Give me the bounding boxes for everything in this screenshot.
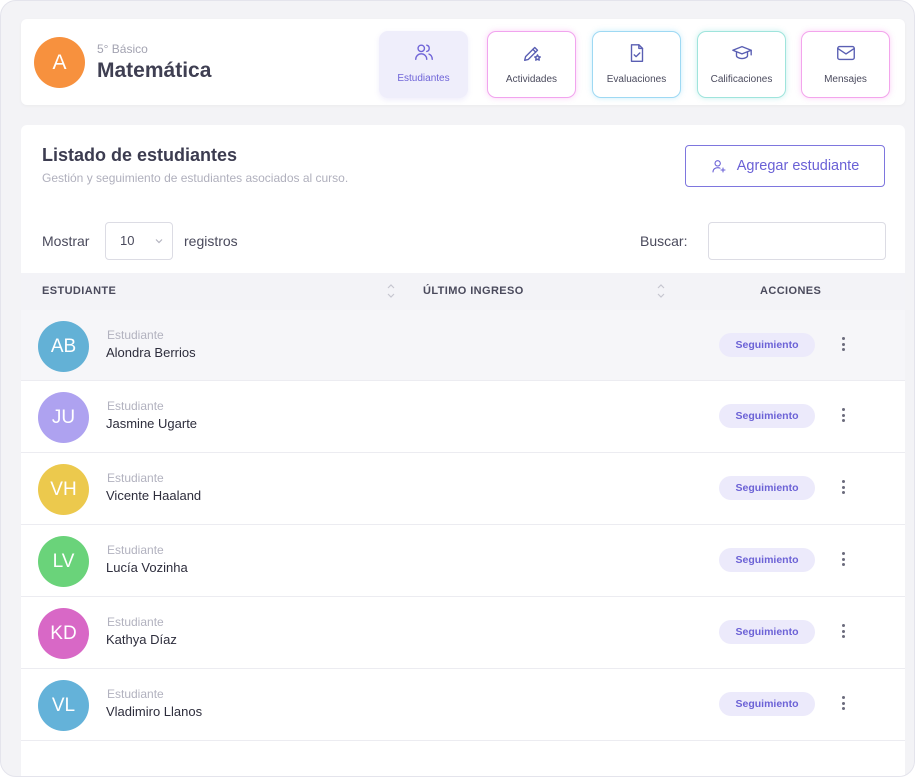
- table-row[interactable]: JU Estudiante Jasmine Ugarte Seguimiento: [21, 381, 905, 453]
- student-avatar: LV: [38, 536, 89, 587]
- section-subtitle: Gestión y seguimiento de estudiantes aso…: [42, 171, 349, 185]
- student-role: Estudiante: [107, 399, 164, 413]
- student-name: Kathya Díaz: [106, 632, 177, 647]
- tab-label: Calificaciones: [710, 74, 773, 85]
- column-header-actions: ACCIONES: [760, 285, 822, 297]
- follow-up-badge[interactable]: Seguimiento: [719, 404, 815, 428]
- tab-actividades[interactable]: Actividades: [487, 31, 576, 98]
- table-row[interactable]: VH Estudiante Vicente Haaland Seguimient…: [21, 453, 905, 525]
- more-options-icon[interactable]: [837, 405, 849, 425]
- sort-icon[interactable]: [386, 282, 396, 300]
- chevron-down-icon: [155, 239, 163, 244]
- table-row[interactable]: VL Estudiante Vladimiro Llanos Seguimien…: [21, 669, 905, 741]
- tab-label: Mensajes: [824, 74, 867, 85]
- add-student-label: Agregar estudiante: [736, 158, 860, 174]
- envelope-icon: [836, 45, 855, 61]
- student-avatar: AB: [38, 321, 89, 372]
- course-avatar: A: [34, 37, 85, 88]
- column-header-last-login[interactable]: ÚLTIMO INGRESO: [423, 285, 524, 297]
- graduation-cap-icon: [731, 45, 752, 60]
- pencil-star-icon: [523, 46, 541, 62]
- search-input[interactable]: [708, 222, 886, 260]
- table-row[interactable]: KD Estudiante Kathya Díaz Seguimiento: [21, 597, 905, 669]
- page-size-value: 10: [120, 233, 135, 248]
- tab-mensajes[interactable]: Mensajes: [801, 31, 890, 98]
- student-name: Vladimiro Llanos: [106, 704, 203, 719]
- tab-estudiantes[interactable]: Estudiantes: [379, 31, 468, 98]
- follow-up-badge[interactable]: Seguimiento: [719, 476, 815, 500]
- more-options-icon[interactable]: [837, 621, 849, 641]
- student-role: Estudiante: [107, 615, 164, 629]
- follow-up-badge[interactable]: Seguimiento: [719, 692, 815, 716]
- add-student-button[interactable]: Agregar estudiante: [685, 145, 885, 187]
- students-card: Listado de estudiantes Gestión y seguimi…: [21, 125, 905, 776]
- document-check-icon: [630, 44, 643, 62]
- student-role: Estudiante: [107, 687, 164, 701]
- student-name: Alondra Berrios: [106, 345, 196, 360]
- students-table-body: AB Estudiante Alondra Berrios Seguimient…: [21, 310, 905, 741]
- student-name: Jasmine Ugarte: [106, 416, 198, 431]
- table-row[interactable]: AB Estudiante Alondra Berrios Seguimient…: [21, 310, 905, 381]
- course-header: A 5° Básico Matemática Estudiantes Activ…: [21, 19, 905, 105]
- student-name: Lucía Vozinha: [106, 560, 188, 575]
- more-options-icon[interactable]: [837, 477, 849, 497]
- users-icon: [414, 44, 433, 61]
- more-options-icon[interactable]: [837, 693, 849, 713]
- follow-up-badge[interactable]: Seguimiento: [719, 548, 815, 572]
- tab-label: Evaluaciones: [606, 74, 667, 85]
- student-role: Estudiante: [107, 471, 164, 485]
- page-size-select[interactable]: 10: [105, 222, 173, 260]
- tab-label: Actividades: [505, 74, 558, 85]
- sort-icon[interactable]: [656, 282, 666, 300]
- follow-up-badge[interactable]: Seguimiento: [719, 620, 815, 644]
- add-user-icon: [712, 160, 726, 173]
- table-row[interactable]: LV Estudiante Lucía Vozinha Seguimiento: [21, 525, 905, 597]
- student-role: Estudiante: [107, 328, 164, 342]
- course-name: Matemática: [97, 59, 212, 82]
- student-avatar: VL: [38, 680, 89, 731]
- show-label: Mostrar: [42, 233, 90, 249]
- tab-evaluaciones[interactable]: Evaluaciones: [592, 31, 681, 98]
- records-label: registros: [184, 233, 238, 249]
- student-avatar: JU: [38, 392, 89, 443]
- app-frame: A 5° Básico Matemática Estudiantes Activ…: [0, 0, 915, 777]
- section-title: Listado de estudiantes: [42, 145, 238, 165]
- tab-label: Estudiantes: [397, 73, 450, 84]
- more-options-icon[interactable]: [837, 334, 849, 354]
- column-header-student[interactable]: ESTUDIANTE: [42, 285, 116, 297]
- more-options-icon[interactable]: [837, 549, 849, 569]
- student-role: Estudiante: [107, 543, 164, 557]
- tab-calificaciones[interactable]: Calificaciones: [697, 31, 786, 98]
- follow-up-badge[interactable]: Seguimiento: [719, 333, 815, 357]
- student-avatar: VH: [38, 464, 89, 515]
- table-header: ESTUDIANTE ÚLTIMO INGRESO ACCIONES: [21, 273, 905, 310]
- student-avatar: KD: [38, 608, 89, 659]
- student-name: Vicente Haaland: [106, 488, 202, 503]
- search-label: Buscar:: [640, 233, 688, 249]
- course-grade: 5° Básico: [97, 42, 148, 56]
